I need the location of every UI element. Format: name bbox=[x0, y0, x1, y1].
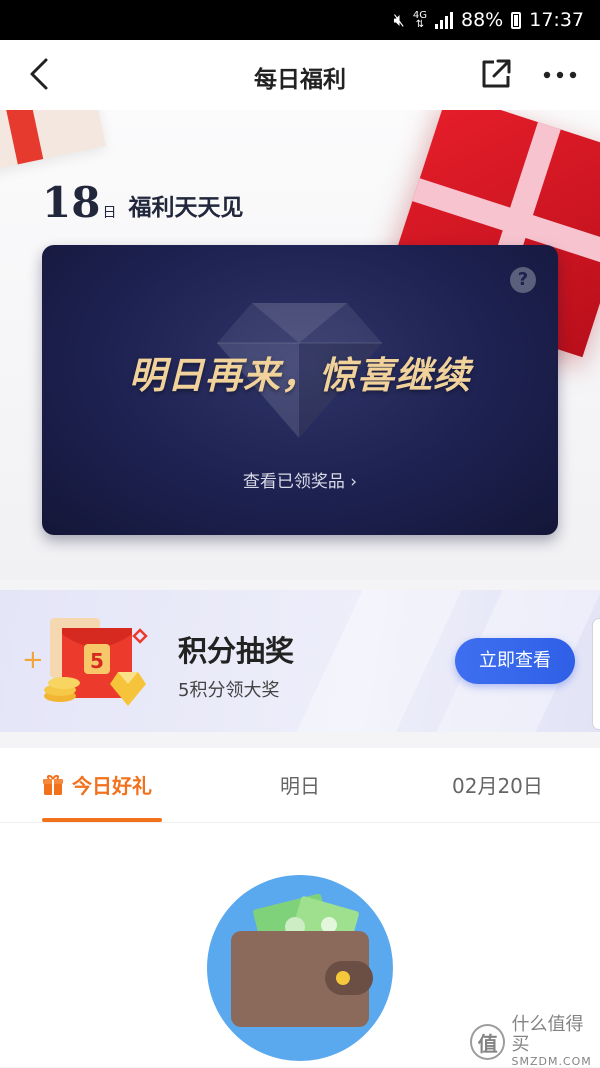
prize-headline: 明日再来，惊喜继续 bbox=[129, 354, 471, 397]
points-subtitle: 5积分领大奖 bbox=[178, 680, 280, 701]
gift-tabs: 今日好礼 明日 02月20日 bbox=[0, 748, 600, 823]
date-header: 18 日 福利天天见 bbox=[42, 180, 243, 226]
watermark-domain: SMZDM.COM bbox=[511, 1055, 592, 1068]
watermark-logo-icon: 值 bbox=[470, 1023, 506, 1060]
watermark-name: 什么值得买 bbox=[511, 1014, 584, 1055]
day-unit: 日 bbox=[102, 205, 117, 221]
svg-text:+: + bbox=[22, 645, 44, 675]
red-envelope-icon: + 5 bbox=[22, 618, 148, 706]
more-icon[interactable] bbox=[540, 62, 580, 88]
signal-icon bbox=[435, 11, 453, 29]
tab-tomorrow[interactable]: 明日 bbox=[280, 770, 320, 799]
envelope-number: 5 bbox=[90, 649, 104, 673]
nav-bar: 每日福利 bbox=[0, 40, 600, 110]
points-title: 积分抽奖 bbox=[178, 634, 295, 668]
slogan: 福利天天见 bbox=[128, 194, 244, 221]
daily-welfare-hero: 18 日 福利天天见 ? 明日再来，惊喜继续 查看已领奖品 › bbox=[0, 110, 600, 580]
battery-percent: 88% bbox=[461, 9, 504, 31]
day-number: 18 bbox=[42, 178, 101, 227]
active-tab-indicator bbox=[42, 818, 162, 822]
help-icon[interactable]: ? bbox=[510, 267, 536, 293]
chevron-right-icon: › bbox=[350, 472, 358, 492]
wallet-icon[interactable] bbox=[205, 873, 395, 1063]
tab-today[interactable]: 今日好礼 bbox=[42, 770, 152, 799]
gift-box-decoration bbox=[0, 110, 106, 173]
view-prizes-label: 查看已领奖品 bbox=[242, 472, 345, 492]
view-prizes-link[interactable]: 查看已领奖品 › bbox=[42, 467, 558, 492]
gift-icon bbox=[43, 774, 63, 795]
points-lottery-banner[interactable]: + 5 积分抽奖 5积分领大奖 立即查看 bbox=[0, 590, 600, 732]
network-type: 4G ⇅ bbox=[412, 10, 427, 30]
tab-today-label: 今日好礼 bbox=[72, 774, 152, 798]
tab-date[interactable]: 02月20日 bbox=[452, 770, 543, 799]
mute-icon: 🔇︎ bbox=[393, 9, 405, 31]
status-icons: 🔇︎ 4G ⇅ 88% 17:37 bbox=[394, 0, 584, 40]
status-bar: 🔇︎ 4G ⇅ 88% 17:37 bbox=[0, 0, 600, 40]
share-icon[interactable] bbox=[478, 56, 514, 92]
side-drawer-handle[interactable] bbox=[592, 618, 600, 730]
site-watermark: 值 什么值得买 SMZDM.COM bbox=[470, 1015, 600, 1068]
prize-card: ? 明日再来，惊喜继续 查看已领奖品 › bbox=[42, 245, 558, 535]
view-now-button[interactable]: 立即查看 bbox=[455, 638, 575, 684]
battery-icon bbox=[511, 11, 522, 29]
clock: 17:37 bbox=[529, 9, 584, 31]
